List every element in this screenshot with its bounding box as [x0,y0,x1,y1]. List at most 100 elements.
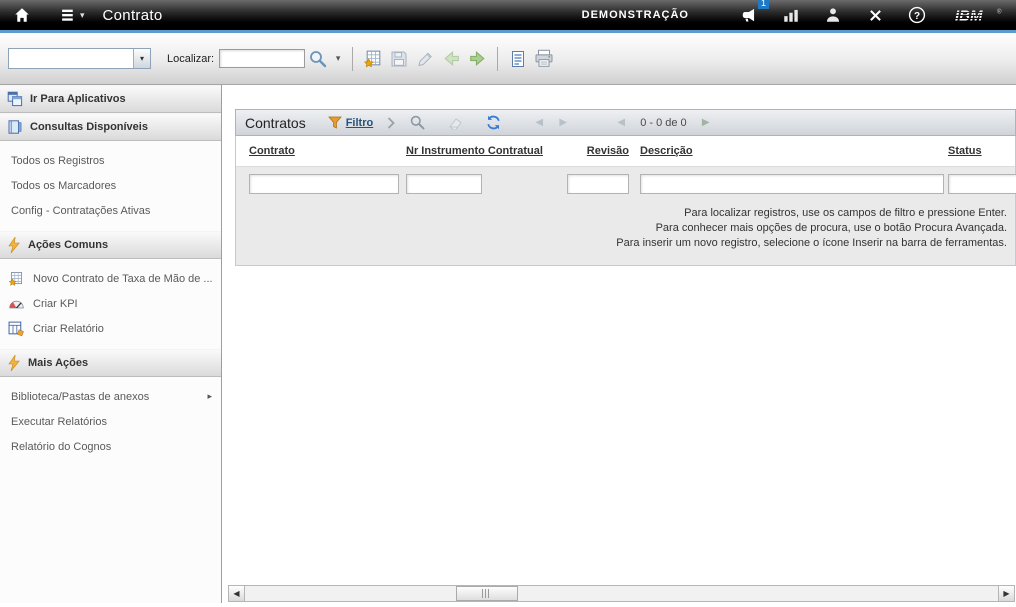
column-header-descricao[interactable]: Descrição [640,145,693,157]
find-label: Localizar: [167,53,214,65]
filter-cell [236,174,403,194]
topbar: ▾ Contrato DEMONSTRAÇÃO 1 ? [0,0,1016,33]
column-header-status-cell: Status [943,145,1015,157]
filter-cell [403,174,563,194]
home-button[interactable] [10,3,34,27]
find-input[interactable] [219,49,305,68]
eraser-icon [447,115,464,130]
previous-row-button[interactable]: ◀ [527,112,551,134]
submenu-arrow-icon: ▸ [207,391,221,402]
scrollbar-thumb[interactable] [456,586,518,601]
sidebar-item-label: Biblioteca/Pastas de anexos [11,391,149,403]
clear-changes-button[interactable] [412,46,438,72]
sidebar-item-all-bookmarks[interactable]: Todos os Marcadores [0,173,221,198]
new-record-button[interactable] [360,46,386,72]
search-button[interactable] [305,46,331,72]
sidebar-item-cognos-report[interactable]: Relatório do Cognos [0,434,221,459]
sidebar-header-more-actions[interactable]: Mais Ações [0,349,221,377]
signout-button[interactable] [863,3,887,27]
scroll-right-icon: ▶ [1003,589,1009,598]
sidebar-item-label: Novo Contrato de Taxa de Mão de ... [33,273,213,285]
start-center-button[interactable] [779,3,803,27]
grid-titlebar: Contratos Filtro [235,109,1016,136]
filter-funnel-icon [328,116,342,129]
advanced-search-button[interactable] [405,112,429,134]
save-button[interactable] [386,46,412,72]
arrow-right-icon [467,48,488,69]
filter-input-revisao[interactable] [567,174,629,194]
announcements-button[interactable]: 1 [737,3,761,27]
search-options-caret[interactable]: ▾ [331,46,345,72]
queries-icon [7,119,23,135]
kpi-gauge-icon [8,295,25,312]
document-icon [508,49,528,69]
arrow-left-icon: ◀ [535,117,543,128]
sidebar-item-new-contract[interactable]: Novo Contrato de Taxa de Mão de ... [0,266,221,291]
filter-input-status[interactable] [948,174,1016,194]
combobox-caret-button[interactable]: ▾ [133,49,150,68]
common-actions-group: Novo Contrato de Taxa de Mão de ... Cria… [0,259,221,349]
help-line: Para localizar registros, use os campos … [236,206,1007,221]
column-header-revisao[interactable]: Revisão [587,145,629,157]
column-header-revisao-cell: Revisão [563,145,631,157]
action-combobox[interactable]: ▾ [8,48,151,69]
sidebar-item-create-kpi[interactable]: Criar KPI [0,291,221,316]
sidebar-header-common-actions[interactable]: Ações Comuns [0,231,221,259]
horizontal-scrollbar[interactable]: ◀ ▶ [228,585,1015,602]
filter-input-descricao[interactable] [640,174,944,194]
sidebar-header-label: Consultas Disponíveis [30,121,148,133]
megaphone-icon [740,6,758,24]
sidebar-item-label: Todos os Registros [11,155,105,167]
goto-menu-icon [60,7,77,24]
clear-filter-button[interactable] [443,112,467,134]
sidebar-item-go-to-applications[interactable]: Ir Para Aplicativos [0,85,221,113]
scroll-right-button[interactable]: ▶ [998,586,1014,601]
arrow-left-icon: ◀ [617,117,625,128]
ibm-logo-mark: ® [997,8,1002,14]
printer-icon [533,48,555,69]
scrollbar-grip-icon [482,589,491,598]
scroll-left-icon: ◀ [233,589,239,598]
new-record-icon [363,48,384,69]
filter-link[interactable]: Filtro [346,117,374,129]
bar-chart-icon [782,6,800,24]
sidebar-header-label: Ir Para Aplicativos [30,93,126,105]
sidebar-item-all-records[interactable]: Todos os Registros [0,148,221,173]
sidebar-item-label: Executar Relatórios [11,416,107,428]
print-button[interactable] [531,46,557,72]
filter-cell [631,174,943,194]
filter-input-nr-instrumento[interactable] [406,174,482,194]
help-button[interactable]: ? [905,3,929,27]
sidebar-item-attachments-library[interactable]: Biblioteca/Pastas de anexos ▸ [0,384,221,409]
toolbar-separator [497,47,498,71]
column-header-nr-instrumento[interactable]: Nr Instrumento Contratual [406,145,543,157]
change-status-button[interactable] [505,46,531,72]
chevron-right-icon [387,117,395,129]
previous-page-button[interactable]: ◀ [609,112,633,134]
scroll-left-button[interactable]: ◀ [229,586,245,601]
column-header-status[interactable]: Status [948,145,982,157]
main-panel: Contratos Filtro [222,85,1016,603]
sidebar-item-run-reports[interactable]: Executar Relatórios [0,409,221,434]
sidebar-header-available-queries[interactable]: Consultas Disponíveis [0,113,221,141]
filter-toggle[interactable]: Filtro [328,116,374,129]
column-header-contrato-cell: Contrato [236,145,403,157]
previous-record-button[interactable] [438,46,464,72]
profile-button[interactable] [821,3,845,27]
ibm-logo-text: IBM [955,7,983,24]
column-header-contrato[interactable]: Contrato [249,145,295,157]
refresh-button[interactable] [481,112,505,134]
new-record-icon [8,270,25,287]
sidebar-item-label: Criar KPI [33,298,78,310]
filter-input-contrato[interactable] [249,174,399,194]
scrollbar-track[interactable] [245,586,998,601]
grid-filter-row [236,167,1015,200]
next-page-button[interactable]: ▶ [694,112,718,134]
next-row-button[interactable]: ▶ [551,112,575,134]
column-header-descricao-cell: Descrição [631,145,943,157]
goto-menu-button[interactable]: ▾ [60,7,85,24]
sidebar-item-create-report[interactable]: Criar Relatório [0,316,221,341]
more-actions-group: Biblioteca/Pastas de anexos ▸ Executar R… [0,377,221,467]
next-record-button[interactable] [464,46,490,72]
sidebar-item-active-contracts-query[interactable]: Config - Contratações Ativas [0,198,221,223]
